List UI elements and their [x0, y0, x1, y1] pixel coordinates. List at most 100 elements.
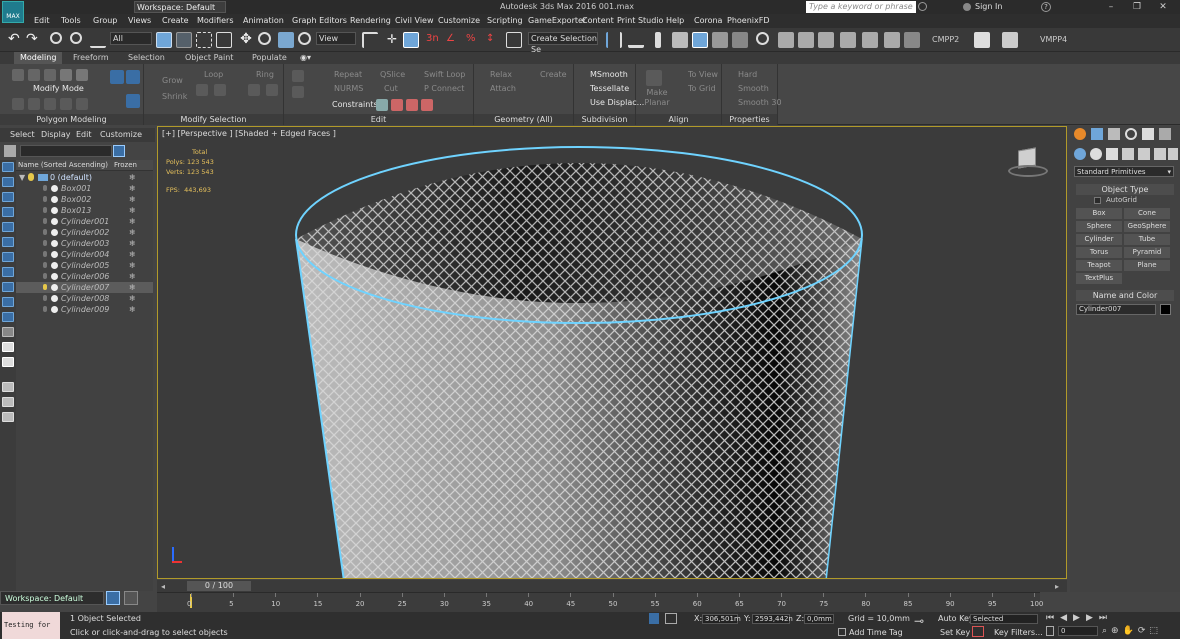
ring-button[interactable]: Ring — [256, 70, 274, 80]
display-all-icon[interactable] — [2, 342, 14, 352]
list-item[interactable]: Cylinder004 ❄ — [16, 249, 153, 260]
display-xrefs-icon[interactable] — [2, 267, 14, 277]
display-groups-icon[interactable] — [2, 252, 14, 262]
lightbulb-icon[interactable] — [43, 196, 47, 202]
sort-icon[interactable] — [2, 397, 14, 407]
collapse-stack-icon[interactable] — [28, 98, 40, 110]
menu-customize[interactable]: Customize — [438, 14, 480, 28]
time-slider-thumb[interactable]: 0 / 100 — [187, 581, 251, 591]
workspace-dropdown[interactable]: Workspace: Default — [134, 1, 226, 13]
snowflake-icon[interactable]: ❄ — [129, 271, 136, 282]
attach-button[interactable]: Attach — [490, 84, 516, 94]
cut-button[interactable]: Cut — [384, 84, 398, 94]
tab-populate[interactable]: Populate — [252, 52, 287, 64]
scene-explorer-toggle-icon[interactable] — [124, 591, 138, 605]
loop-button[interactable]: Loop — [204, 70, 223, 80]
go-to-start-icon[interactable]: ⏮ — [1046, 613, 1060, 623]
constraint-none-icon[interactable] — [376, 99, 388, 111]
pivot-center-icon[interactable] — [362, 32, 378, 48]
menu-rendering[interactable]: Rendering — [350, 14, 391, 28]
select-manipulate-icon[interactable]: ✛ — [384, 32, 400, 48]
lightbulb-icon[interactable] — [43, 284, 47, 290]
tab-modeling[interactable]: Modeling — [14, 52, 63, 64]
menu-scripting[interactable]: Scripting — [487, 14, 523, 28]
snaps-toggle-icon[interactable]: 3n — [426, 32, 442, 48]
shrink-button[interactable]: Shrink — [162, 92, 187, 102]
hierarchy-tab-icon[interactable] — [1108, 128, 1120, 140]
y-coordinate-field[interactable]: 2593,442n — [752, 614, 793, 624]
select-object-icon[interactable] — [156, 32, 172, 48]
maxscript-listener[interactable]: Testing for — [2, 612, 60, 639]
se-search-input[interactable] — [20, 145, 112, 157]
panel-title-subdivision[interactable]: Subdivision — [574, 114, 635, 125]
lock-selection-icon[interactable] — [649, 613, 659, 624]
list-item[interactable]: Cylinder005 ❄ — [16, 260, 153, 271]
cameras-icon[interactable] — [1122, 148, 1134, 160]
absolute-mode-icon[interactable] — [665, 613, 677, 624]
viewcube-ring-icon[interactable] — [1008, 165, 1048, 177]
menu-print-studio[interactable]: Print Studio — [617, 14, 663, 28]
layer-row[interactable]: ▼ 0 (default) ❄ — [16, 172, 153, 183]
display-helpers-icon[interactable] — [2, 222, 14, 232]
sign-in-button[interactable]: Sign In — [975, 1, 1002, 13]
place-icon[interactable] — [298, 32, 311, 45]
list-item[interactable]: Cylinder002 ❄ — [16, 227, 153, 238]
snowflake-icon[interactable]: ❄ — [129, 304, 136, 315]
menu-animation[interactable]: Animation — [243, 14, 284, 28]
key-mode-dropdown[interactable]: Selected — [970, 614, 1038, 624]
undo-icon[interactable]: ↶ — [8, 32, 24, 48]
element-icon[interactable] — [76, 69, 88, 81]
select-by-name-icon[interactable] — [176, 32, 192, 48]
column-name-header[interactable]: Name (Sorted Ascending) — [18, 160, 108, 171]
named-selection-dropdown[interactable]: Create Selection Se — [528, 32, 598, 54]
mirror-icon[interactable] — [606, 32, 622, 48]
layer-manager-icon[interactable] — [655, 32, 661, 48]
menu-graph-editors[interactable]: Graph Editors — [292, 14, 347, 28]
panel-title-modify-selection[interactable]: Modify Selection — [144, 114, 283, 125]
se-menu-customize[interactable]: Customize — [100, 128, 142, 142]
se-menu-select[interactable]: Select — [10, 128, 35, 142]
lightbulb-icon[interactable] — [43, 207, 47, 213]
edge-icon[interactable] — [28, 69, 40, 81]
viewport-perspective[interactable]: [+] [Perspective ] [Shaded + Edged Faces… — [157, 126, 1067, 579]
menu-tools[interactable]: Tools — [61, 14, 81, 28]
utilities-tab-icon[interactable] — [1159, 128, 1171, 140]
menu-content[interactable]: Content — [582, 14, 614, 28]
menu-group[interactable]: Group — [93, 14, 117, 28]
preserve-uvs-edit-icon[interactable] — [292, 70, 304, 82]
qslice-button[interactable]: QSlice — [380, 70, 405, 80]
lightbulb-icon[interactable] — [43, 229, 47, 235]
tweak-icon[interactable] — [292, 86, 304, 98]
z-coordinate-field[interactable]: 0,0mm — [804, 614, 834, 624]
key-mode-toggle-icon[interactable] — [1046, 626, 1054, 636]
panel-title-align[interactable]: Align — [636, 114, 721, 125]
display-shapes-icon[interactable] — [2, 177, 14, 187]
cmpp2-button[interactable]: CMPP2 — [932, 35, 959, 44]
to-view-button[interactable]: To View — [688, 70, 718, 80]
menu-corona[interactable]: Corona — [694, 14, 722, 28]
app-logo[interactable]: MAX — [2, 1, 24, 23]
maximize-viewport-icon[interactable]: ⬚ — [1149, 626, 1162, 636]
lightbulb-icon[interactable] — [28, 173, 34, 181]
set-key-icon[interactable] — [972, 626, 984, 637]
constraint-face-icon[interactable] — [406, 99, 418, 111]
window-crossing-icon[interactable] — [216, 32, 232, 48]
lightbulb-icon[interactable] — [43, 218, 47, 224]
snowflake-icon[interactable]: ❄ — [129, 249, 136, 260]
activeshade-icon[interactable] — [862, 32, 878, 48]
lights-icon[interactable] — [1106, 148, 1118, 160]
textplus-button[interactable]: TextPlus — [1076, 273, 1122, 284]
lightbulb-icon[interactable] — [43, 273, 47, 279]
object-color-swatch[interactable] — [1160, 304, 1171, 315]
panel-title-geometry[interactable]: Geometry (All) — [474, 114, 573, 125]
p-connect-button[interactable]: P Connect — [424, 84, 464, 94]
spinner-snap-icon[interactable]: ↕ — [486, 32, 502, 48]
selection-filter-dropdown[interactable]: All — [110, 32, 152, 45]
menu-gameexporter[interactable]: GameExporter — [528, 14, 586, 28]
minimize-button[interactable]: – — [1098, 0, 1124, 14]
angle-snap-icon[interactable]: ∠ — [446, 32, 462, 48]
hard-button[interactable]: Hard — [738, 70, 757, 80]
lightbulb-icon[interactable] — [43, 251, 47, 257]
cylinder-button[interactable]: Cylinder — [1076, 234, 1122, 245]
loop-mode-icon[interactable] — [196, 84, 208, 96]
